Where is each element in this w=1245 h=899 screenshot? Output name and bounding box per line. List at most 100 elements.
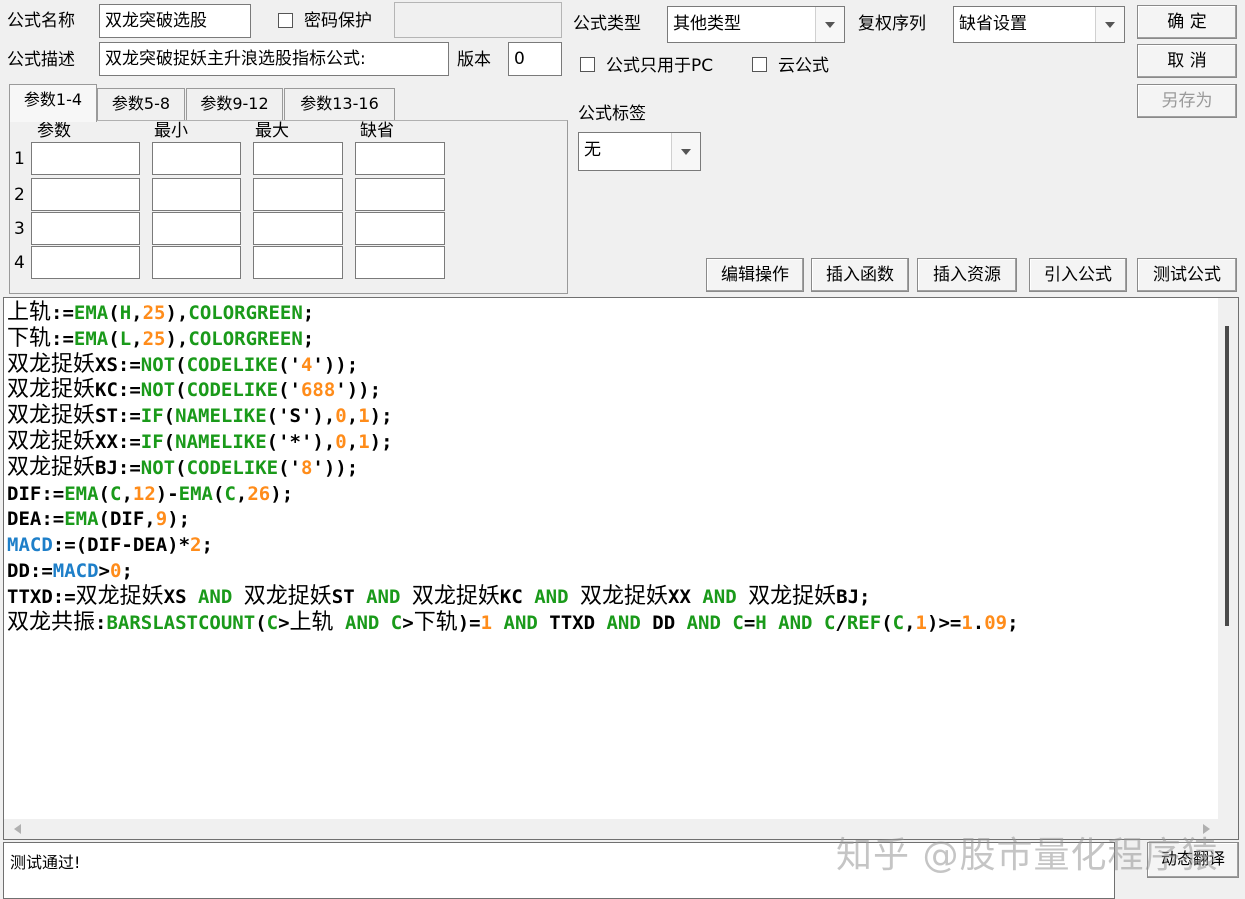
password-input: [394, 2, 562, 38]
param-max-input[interactable]: [253, 178, 343, 211]
code-token: C: [732, 611, 744, 634]
param-default-input[interactable]: [355, 212, 445, 245]
cancel-button[interactable]: 取 消: [1137, 44, 1237, 78]
param-header-name: 参数: [37, 121, 71, 141]
code-token: EMA: [73, 327, 109, 350]
code-line: DEA:=EMA(DIF,9);: [7, 506, 190, 532]
code-token: AND: [503, 611, 538, 634]
param-min-input[interactable]: [152, 212, 241, 245]
code-token: H: [755, 611, 767, 634]
formula-type-value: 其他类型: [673, 14, 741, 34]
tab-params-5-8[interactable]: 参数5-8: [97, 88, 185, 120]
fuquan-select[interactable]: 缺省设置: [953, 6, 1125, 43]
version-input[interactable]: 0: [508, 42, 562, 76]
param-name-input[interactable]: [31, 142, 140, 175]
tab-params-1-4[interactable]: 参数1-4: [9, 84, 97, 122]
insert-function-button[interactable]: 插入函数: [811, 258, 909, 292]
param-header-max: 最大: [255, 121, 289, 141]
code-token: BARSLASTCOUNT: [106, 611, 256, 634]
code-token: 1: [915, 611, 927, 634]
param-name-input[interactable]: [31, 178, 140, 211]
formula-desc-input[interactable]: 双龙突破捉妖主升浪选股指标公式:: [99, 42, 449, 76]
chevron-down-icon: [1095, 7, 1124, 42]
scroll-thumb[interactable]: [1225, 326, 1229, 626]
code-token: );: [270, 482, 294, 505]
code-line: TTXD:=双龙捉妖XS AND 双龙捉妖ST AND 双龙捉妖KC AND 双…: [7, 584, 870, 610]
code-token: 09: [984, 611, 1008, 634]
scroll-left-icon[interactable]: [14, 824, 21, 834]
password-protect-checkbox[interactable]: [278, 13, 293, 28]
code-token: ,: [346, 405, 359, 428]
code-token: (: [255, 611, 267, 634]
code-token: 8: [300, 456, 313, 479]
code-token: :=: [51, 327, 74, 350]
edit-operations-button[interactable]: 编辑操作: [706, 258, 804, 292]
ok-button[interactable]: 确 定: [1137, 5, 1237, 39]
param-min-input[interactable]: [152, 246, 241, 279]
vertical-scrollbar[interactable]: [1218, 298, 1238, 820]
code-token: 25: [142, 302, 166, 324]
code-token: C: [390, 611, 403, 634]
code-line: 双龙捉妖KC:=NOT(CODELIKE('688'));: [7, 377, 381, 403]
param-name-input[interactable]: [31, 246, 140, 279]
test-formula-button[interactable]: 测试公式: [1137, 258, 1237, 292]
code-token: 双龙共振: [7, 609, 96, 635]
insert-resource-button[interactable]: 插入资源: [917, 258, 1017, 292]
pc-only-checkbox[interactable]: [580, 57, 595, 72]
code-editor[interactable]: 上轨:=EMA(H,25),COLORGREEN; 下轨:=EMA(L,25),C…: [3, 297, 1239, 840]
code-token: ,: [131, 302, 143, 324]
param-max-input[interactable]: [253, 212, 343, 245]
tab-params-13-16[interactable]: 参数13-16: [284, 88, 395, 120]
param-default-input[interactable]: [355, 246, 445, 279]
code-line: 双龙共振:BARSLASTCOUNT(C>上轨 AND C>下轨)=1 AND …: [7, 610, 1019, 636]
code-token: ,: [131, 327, 143, 350]
code-token: EMA: [178, 482, 213, 505]
code-token: =: [743, 611, 756, 634]
code-token: 0: [109, 560, 122, 582]
param-max-input[interactable]: [253, 246, 343, 279]
param-max-input[interactable]: [253, 142, 343, 175]
param-min-input[interactable]: [152, 178, 241, 211]
code-token: 下轨: [413, 609, 458, 635]
formula-name-input[interactable]: 双龙突破选股: [99, 4, 251, 38]
code-token: NAMELIKE: [175, 405, 267, 428]
code-token: EMA: [64, 482, 99, 505]
code-token: ('*'),: [266, 431, 336, 453]
code-token: (': [278, 456, 301, 479]
test-result-text: 测试通过!: [10, 853, 81, 872]
formula-type-select[interactable]: 其他类型: [667, 6, 845, 43]
code-token: 26: [247, 482, 271, 505]
version-label: 版本: [457, 50, 491, 70]
code-token: NAMELIKE: [175, 431, 267, 453]
code-token: /: [835, 611, 847, 634]
code-token: (: [175, 353, 187, 376]
save-as-button[interactable]: 另存为: [1137, 84, 1237, 118]
watermark: 知乎 @股市量化程序猿: [836, 835, 1219, 876]
code-token: 双龙捉妖: [7, 454, 96, 480]
cloud-formula-checkbox[interactable]: [752, 57, 767, 72]
code-token: ;: [302, 302, 315, 324]
tab-params-9-12[interactable]: 参数9-12: [186, 88, 283, 120]
code-token: AND: [702, 585, 737, 608]
code-token: C: [109, 482, 122, 505]
param-default-input[interactable]: [355, 178, 445, 211]
param-name-input[interactable]: [31, 212, 140, 245]
param-default-input[interactable]: [355, 142, 445, 175]
fuquan-value: 缺省设置: [959, 14, 1027, 34]
code-token: NOT: [140, 456, 176, 479]
code-token: 2: [190, 534, 202, 557]
code-line: 双龙捉妖XX:=IF(NAMELIKE('*'),0,1);: [7, 429, 393, 455]
param-header-default: 缺省: [360, 121, 394, 141]
param-min-input[interactable]: [152, 142, 241, 175]
code-token: >: [98, 560, 110, 582]
code-token: 0: [335, 405, 347, 428]
code-token: )=: [457, 611, 481, 634]
import-formula-button[interactable]: 引入公式: [1029, 258, 1127, 292]
code-token: DD:=: [7, 560, 53, 582]
formula-tag-select[interactable]: 无: [578, 132, 701, 171]
